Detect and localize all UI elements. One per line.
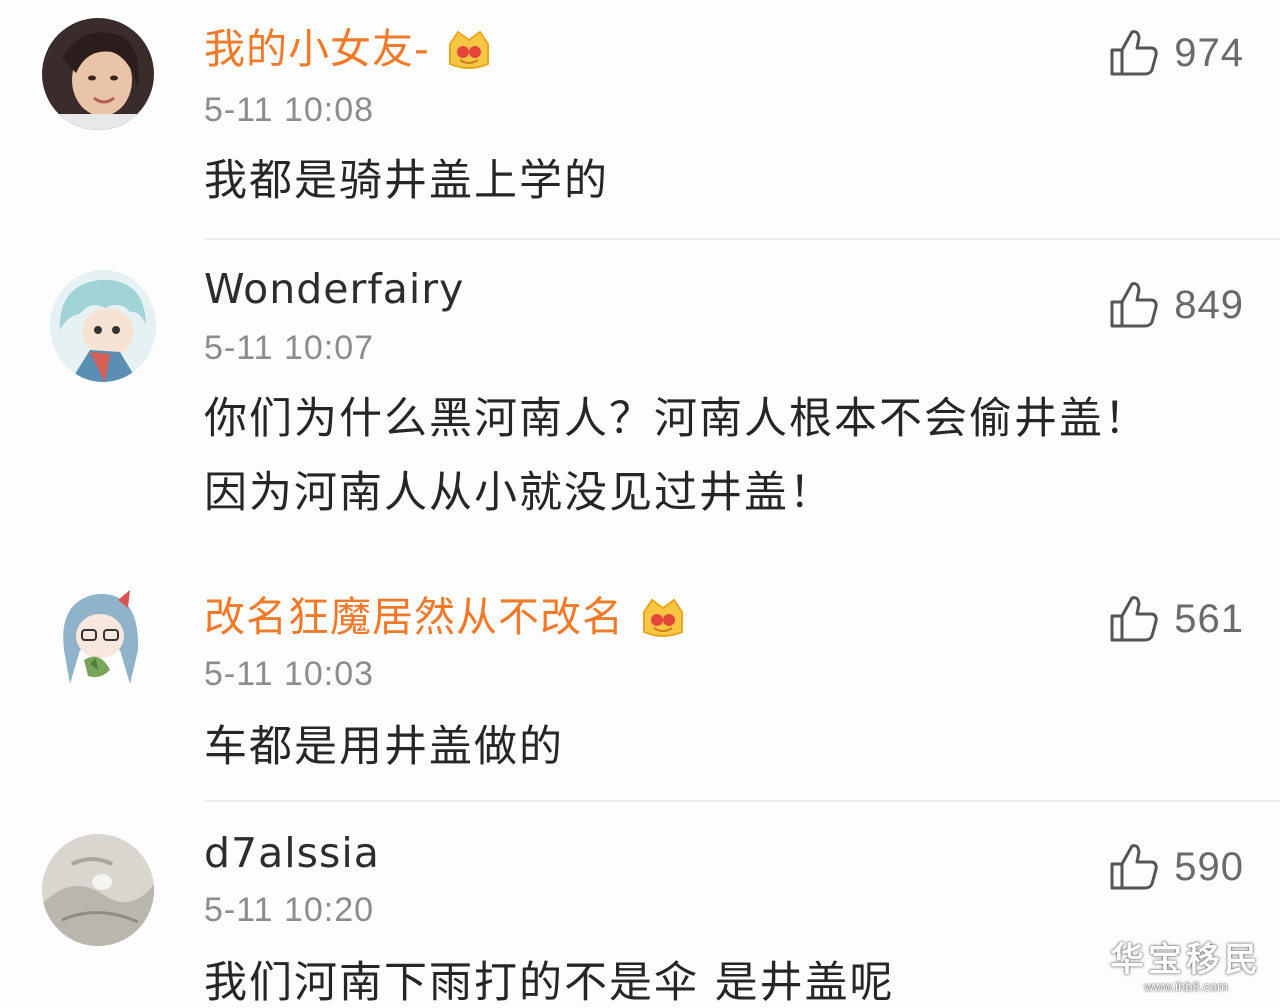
avatar-image: [42, 18, 154, 130]
avatar[interactable]: [42, 834, 154, 946]
watermark-main: 华宝移民: [1110, 940, 1262, 980]
avatar-image: [50, 580, 150, 692]
thumbs-up-icon: [1110, 30, 1158, 76]
watermark: 华宝移民 www.ihb8.com: [1110, 940, 1262, 994]
like-count: 590: [1174, 844, 1244, 889]
like-count: 561: [1174, 596, 1244, 641]
username[interactable]: 我的小女友-: [204, 24, 494, 74]
like-count: 974: [1174, 30, 1244, 75]
avatar[interactable]: [50, 580, 150, 692]
comment-text: 车都是用井盖做的: [204, 722, 564, 772]
username[interactable]: Wonderfairy: [204, 264, 464, 314]
avatar-image: [50, 270, 156, 382]
avatar[interactable]: [50, 270, 156, 382]
username[interactable]: 改名狂魔居然从不改名: [204, 592, 688, 642]
comment-time: 5-11 10:20: [204, 891, 375, 929]
watermark-url: www.ihb8.com: [1144, 979, 1228, 994]
comment-list: 我的小女友- 5-11 10:08 我都是骑井盖上学的 974 Wonderfa…: [0, 0, 1280, 1008]
vip-crown-icon: [448, 30, 489, 69]
username[interactable]: d7alssia: [204, 828, 380, 878]
comment-time: 5-11 10:07: [204, 329, 375, 367]
thumbs-up-icon: [1110, 282, 1158, 328]
like-button[interactable]: 590: [1108, 842, 1244, 892]
comment-text: 你们为什么黑河南人？河南人根本不会偷井盖！因为河南人从小就没见过井盖！: [204, 394, 1149, 518]
comment-text: 我们河南下雨打的不是伞 是井盖呢: [204, 958, 895, 1008]
like-button[interactable]: 974: [1108, 28, 1244, 78]
thumbs-up-icon: [1110, 844, 1158, 890]
username-text[interactable]: 我的小女友-: [204, 25, 430, 73]
like-button[interactable]: 561: [1108, 594, 1244, 644]
vip-crown-icon: [643, 598, 683, 637]
username-text[interactable]: 改名狂魔居然从不改名: [204, 593, 624, 641]
comment-item: 改名狂魔居然从不改名 5-11 10:03 车都是用井盖做的 561: [0, 562, 1280, 802]
comment-item: 我的小女友- 5-11 10:08 我都是骑井盖上学的 974: [0, 0, 1280, 240]
like-count: 849: [1174, 282, 1244, 327]
thumbs-up-icon: [1110, 596, 1158, 642]
avatar-image: [42, 834, 154, 946]
comment-time: 5-11 10:08: [204, 91, 375, 129]
avatar[interactable]: [42, 18, 154, 130]
comment-item: d7alssia 5-11 10:20 我们河南下雨打的不是伞 是井盖呢 590: [0, 802, 1280, 1008]
comment-time: 5-11 10:03: [204, 655, 375, 693]
comment-text: 我都是骑井盖上学的: [204, 156, 609, 206]
comment-item: Wonderfairy 5-11 10:07 你们为什么黑河南人？河南人根本不会…: [0, 240, 1280, 562]
like-button[interactable]: 849: [1108, 280, 1244, 330]
